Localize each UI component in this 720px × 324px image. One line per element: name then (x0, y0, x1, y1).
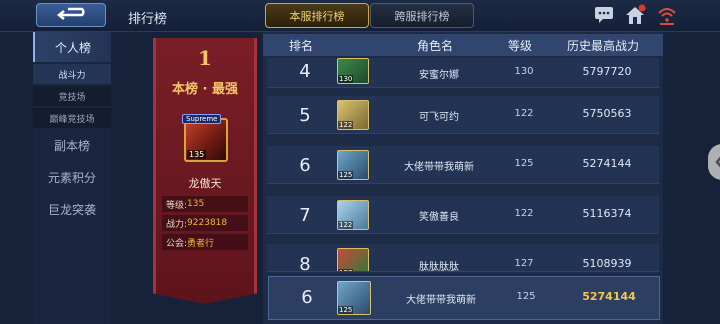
header-level: 等级 (507, 39, 532, 53)
hero-portrait[interactable]: 125 (337, 150, 369, 180)
sidebar-item-personal[interactable]: 个人榜 (33, 32, 111, 62)
home-icon[interactable] (624, 4, 646, 26)
power-stat: 战力: 9223818 (162, 215, 248, 231)
top-bar: 排行榜 本服排行榜 跨服排行榜 (0, 0, 720, 32)
sidebar-item-element-score[interactable]: 元素积分 (33, 162, 111, 192)
side-drawer-handle[interactable] (708, 144, 720, 180)
tab-local-server[interactable]: 本服排行榜 (265, 3, 369, 28)
back-arrow-icon (56, 7, 85, 20)
hero-portrait[interactable]: 130 (337, 58, 369, 84)
sidebar-item-arena[interactable]: 竞技场 (33, 86, 111, 106)
player-name: 龙傲天 (188, 177, 222, 190)
page-title: 排行榜 (128, 12, 168, 27)
table-row[interactable]: 4 130 安蜜尔娜 130 5797720 (267, 58, 659, 88)
header-rank: 排名 (288, 39, 313, 53)
guild-stat: 公会: 勇者行 (162, 234, 248, 250)
hero-portrait[interactable]: 127 (337, 248, 369, 271)
header-name: 角色名 (416, 39, 453, 53)
sidebar: 个人榜 战斗力 竞技场 巅峰竞技场 副本榜 元素积分 巨龙突袭 (33, 32, 111, 324)
table-row[interactable]: 5 122 可飞可约 122 5750563 (267, 96, 659, 134)
my-rank-row[interactable]: 6 125 大佬带带我萌新 125 5274144 (268, 276, 660, 320)
banner-rank: 1 (198, 46, 212, 70)
supreme-badge: Supreme (182, 114, 222, 124)
avatar-level: 135 (187, 150, 207, 159)
hero-portrait[interactable]: 122 (337, 100, 369, 130)
table-row[interactable]: 8 127 肽肽肽肽 127 5108939 (267, 244, 659, 272)
avatar[interactable]: Supreme 135 (182, 114, 228, 162)
banner-title: 本榜 · 最强 (172, 82, 238, 97)
sidebar-item-dungeon[interactable]: 副本榜 (33, 130, 111, 160)
chat-icon[interactable] (594, 6, 614, 24)
table-row[interactable]: 7 122 笑傲善良 122 5116374 (267, 196, 659, 234)
hero-portrait[interactable]: 122 (337, 200, 369, 230)
wifi-icon (658, 8, 676, 25)
sidebar-item-dragon-raid[interactable]: 巨龙突袭 (33, 194, 111, 224)
header-power: 历史最高战力 (566, 39, 639, 53)
level-stat: 等级: 135 (162, 196, 248, 212)
tab-cross-server[interactable]: 跨服排行榜 (370, 3, 474, 28)
sidebar-item-peak-arena[interactable]: 巅峰竞技场 (33, 108, 111, 128)
table-row[interactable]: 6 125 大佬带带我萌新 125 5274144 (267, 146, 659, 184)
chevron-left-icon (715, 156, 720, 168)
table-header: 排名 角色名 等级 历史最高战力 (263, 34, 663, 56)
hero-portrait[interactable]: 125 (337, 281, 371, 315)
sidebar-item-combat-power[interactable]: 战斗力 (33, 64, 111, 84)
top-player-banner: 1 本榜 · 最强 Supreme 135 龙傲天 等级: 135 战力: 92… (153, 38, 257, 304)
back-button[interactable] (36, 3, 106, 27)
